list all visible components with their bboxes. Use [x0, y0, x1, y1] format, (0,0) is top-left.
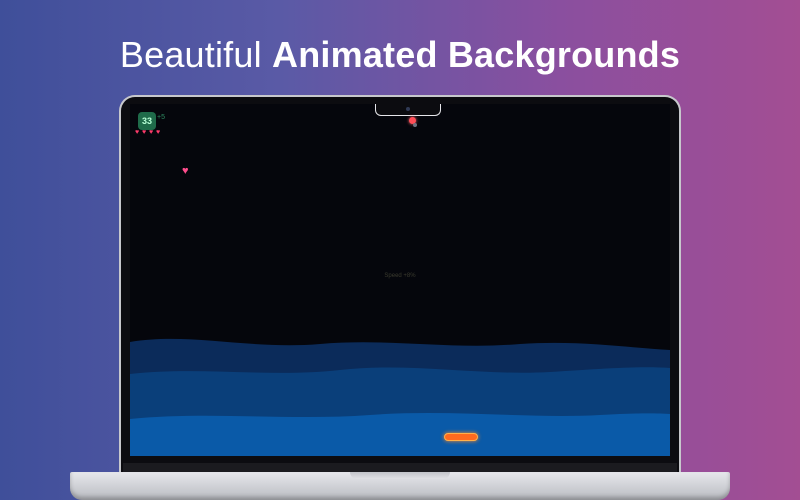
speed-label: Speed +8%	[384, 273, 416, 279]
score-delta: +5	[157, 114, 165, 121]
headline: Beautiful Animated Backgrounds	[0, 34, 800, 76]
life-heart-icon: ♥	[149, 129, 154, 136]
player-paddle[interactable]	[444, 433, 478, 441]
animated-waves-background	[130, 338, 670, 456]
lives-indicator: ♥ ♥ ♥ ♥	[135, 129, 162, 136]
camera-notch	[375, 104, 441, 116]
life-heart-icon: ♥	[142, 129, 147, 136]
heart-icon: ♥	[182, 165, 189, 177]
camera-dot	[406, 107, 410, 111]
game-screen[interactable]: 33 +5 ♥ ♥ ♥ ♥ ♥ Speed +8%	[130, 104, 670, 456]
headline-bold: Animated Backgrounds	[272, 34, 681, 75]
headline-regular: Beautiful	[119, 34, 262, 75]
wave-front	[130, 413, 670, 456]
life-heart-icon: ♥	[156, 129, 161, 136]
score-badge: 33	[138, 112, 156, 130]
laptop-opening-indent	[350, 472, 450, 479]
life-heart-icon: ♥	[135, 129, 140, 136]
laptop-lid: 33 +5 ♥ ♥ ♥ ♥ ♥ Speed +8%	[121, 97, 679, 473]
ball-trail	[413, 123, 417, 127]
